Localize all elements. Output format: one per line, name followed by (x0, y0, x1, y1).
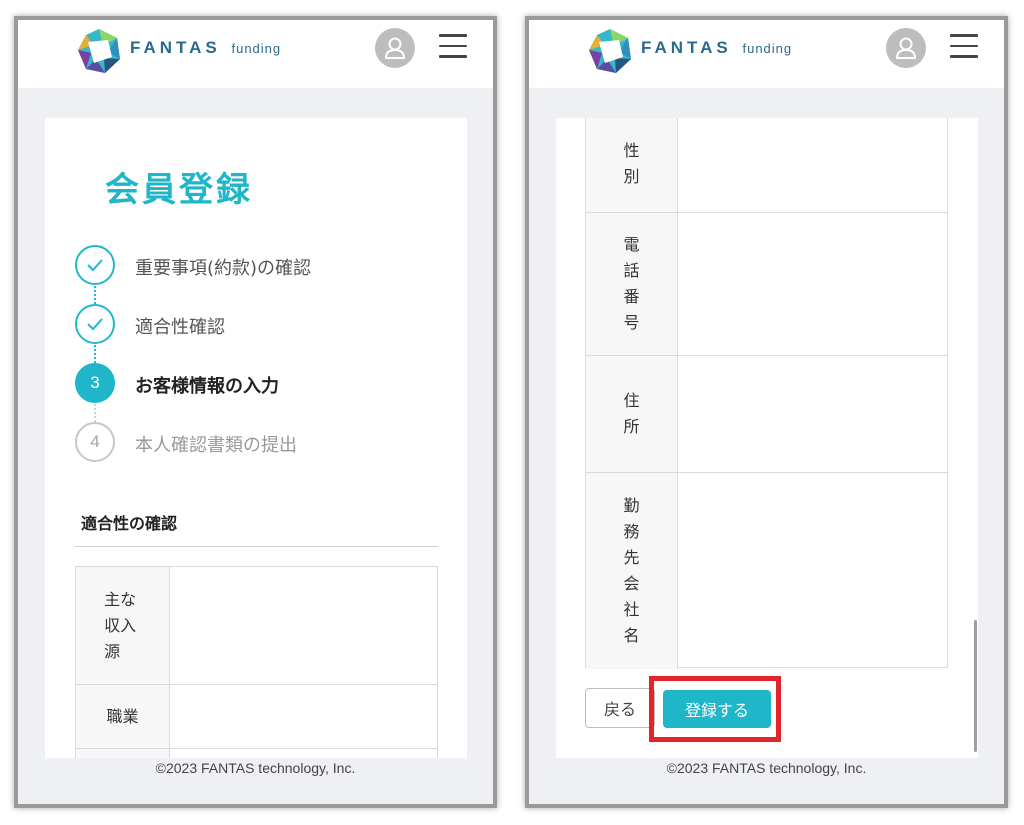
step-number: 3 (75, 363, 115, 403)
menu-icon[interactable] (950, 34, 978, 60)
brand-name: FANTAS (641, 38, 732, 57)
fantas-logo-icon[interactable] (585, 26, 635, 76)
step-number: 4 (75, 422, 115, 462)
table-row: 勤務先会社名 (586, 473, 947, 669)
row-label: 住所 (586, 356, 678, 472)
menu-icon[interactable] (439, 34, 467, 60)
table-row: 電話番号 (586, 213, 947, 356)
row-label: 性別 (586, 118, 678, 212)
check-icon (75, 304, 115, 344)
step-3: 3 お客様情報の入力 (75, 363, 455, 403)
check-icon (75, 245, 115, 285)
table-row: 性別 (586, 118, 947, 213)
brand-wordmark[interactable]: FANTAS funding (130, 38, 281, 58)
section-divider (75, 546, 438, 547)
registration-card: 性別 電話番号 住所 勤務先会社名 戻る 登録する (556, 118, 978, 758)
brand-name: FANTAS (130, 38, 221, 57)
row-label: 主な収入源 (76, 567, 170, 684)
section-title: 適合性の確認 (81, 514, 178, 533)
row-label-text: 職業 (106, 706, 139, 726)
copyright-footer: ©2023 FANTAS technology, Inc. (155, 760, 356, 776)
step-connector (94, 286, 96, 304)
row-label (76, 749, 170, 758)
step-label: 本人確認書類の提出 (135, 435, 297, 456)
brand-sub: funding (231, 41, 282, 56)
row-label-text: 電話番号 (623, 235, 640, 332)
back-button[interactable]: 戻る (585, 688, 655, 728)
step-4: 4 本人確認書類の提出 (75, 422, 455, 462)
step-label: 適合性確認 (135, 317, 225, 338)
app-header: FANTAS funding (18, 20, 493, 88)
row-label: 職業 (76, 685, 170, 748)
row-label: 勤務先会社名 (586, 473, 678, 669)
row-label: 電話番号 (586, 213, 678, 355)
scrollbar[interactable] (974, 620, 977, 752)
brand-wordmark[interactable]: FANTAS funding (641, 38, 792, 58)
step-1: 重要事項(約款)の確認 (75, 245, 455, 285)
page-title: 会員登録 (105, 170, 253, 210)
app-header: FANTAS funding (529, 20, 1004, 88)
registration-card: 会員登録 重要事項(約款)の確認 適合性確認 3 お客様情報の入力 4 本人確認… (45, 118, 467, 758)
suitability-table: 主な収入源 職業 (75, 566, 438, 758)
table-row: 住所 (586, 356, 947, 473)
row-label-text: 住所 (623, 391, 640, 436)
row-label-text: 勤務先会社名 (623, 496, 640, 645)
table-row: 主な収入源 (76, 567, 437, 685)
step-connector (94, 345, 96, 363)
row-label-text: 主な収入源 (104, 589, 137, 661)
brand-sub: funding (742, 41, 793, 56)
step-2: 適合性確認 (75, 304, 455, 344)
step-label: 重要事項(約款)の確認 (135, 258, 312, 279)
customer-info-table: 性別 電話番号 住所 勤務先会社名 (585, 118, 948, 669)
row-label-text: 性別 (623, 140, 640, 186)
table-row: 職業 (76, 685, 437, 749)
phone-screen-right: FANTAS funding 性別 電話番号 住所 勤務先会社名 戻る 登録する… (525, 16, 1008, 808)
register-button[interactable]: 登録する (663, 690, 771, 728)
user-avatar-icon[interactable] (886, 28, 926, 68)
table-row (76, 749, 437, 758)
fantas-logo-icon[interactable] (74, 26, 124, 76)
user-avatar-icon[interactable] (375, 28, 415, 68)
step-connector (94, 404, 96, 422)
step-label: お客様情報の入力 (135, 376, 279, 397)
phone-screen-left: FANTAS funding 会員登録 重要事項(約款)の確認 適合性確認 3 … (14, 16, 497, 808)
copyright-footer: ©2023 FANTAS technology, Inc. (666, 760, 867, 776)
